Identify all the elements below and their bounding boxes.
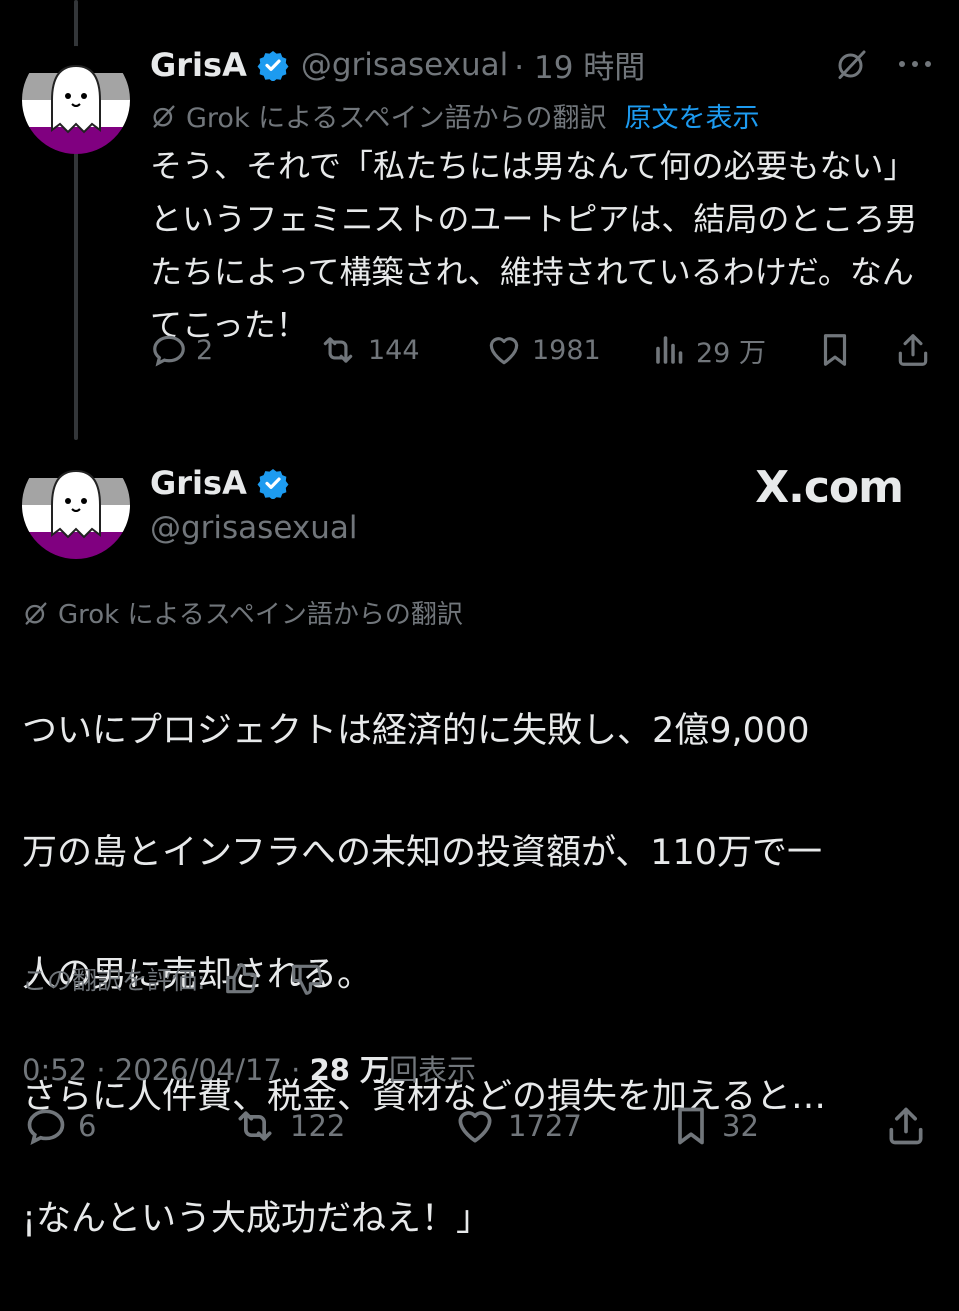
show-original-link[interactable]: 原文を表示 (624, 96, 759, 135)
views-count: 28 万 (309, 1053, 390, 1087)
bookmark-icon (678, 1107, 704, 1145)
share-button[interactable] (884, 1104, 928, 1148)
repost-count: 122 (290, 1109, 346, 1143)
reply-icon (153, 335, 185, 367)
grok-icon[interactable] (832, 44, 872, 84)
rate-translation: この翻訳を評価: (22, 960, 327, 998)
share-icon (889, 1107, 923, 1145)
bookmark-count: 32 (722, 1109, 759, 1143)
main-author-row: GrisA (150, 464, 289, 502)
avatar[interactable] (22, 451, 130, 559)
reply-count: 2 (196, 334, 214, 366)
reply-icon (27, 1109, 65, 1146)
translation-notice: Grok によるスペイン語からの翻訳 (22, 594, 463, 631)
tweet-date[interactable]: 2026/04/17 (115, 1053, 282, 1087)
thumbs-up-icon[interactable] (223, 960, 261, 998)
verified-icon (257, 50, 289, 81)
bookmark-icon (823, 334, 847, 366)
translation-label: Grok によるスペイン語からの翻訳 (186, 103, 607, 134)
like-button[interactable]: 1981 (484, 331, 601, 369)
reply-count: 6 (78, 1109, 97, 1143)
views-label: 回表示 (389, 1053, 477, 1087)
grok-icon (153, 105, 175, 128)
tweet-meta: 0:52 · 2026/04/17 · 28 万回表示 (22, 1053, 477, 1087)
parent-author-row: GrisA @grisasexual · 19 時間 (150, 42, 645, 87)
thumbs-down-icon[interactable] (289, 960, 327, 998)
repost-icon (238, 1111, 272, 1141)
avatar[interactable] (22, 46, 130, 154)
verified-icon (257, 469, 289, 499)
like-count: 1727 (508, 1109, 582, 1143)
tweet-time[interactable]: · 19 時間 (514, 42, 645, 87)
reply-button[interactable]: 6 (22, 1104, 96, 1148)
tweet-text-line: 万の島とインフラへの未知の投資額が、110万で一 (22, 833, 823, 873)
author-name[interactable]: GrisA (150, 464, 247, 502)
tweet-text-line: ¡なんという大成功だねえ！」 (22, 1199, 492, 1239)
views-button[interactable]: 29 万 (652, 331, 766, 370)
reply-button[interactable]: 2 (150, 331, 213, 369)
views-count: 29 万 (696, 337, 766, 369)
like-count: 1981 (532, 334, 601, 366)
author-handle[interactable]: @grisasexual (301, 47, 508, 83)
author-handle[interactable]: @grisasexual (150, 510, 357, 546)
repost-count: 144 (368, 334, 420, 366)
share-button[interactable] (894, 331, 932, 369)
tweet-text-line: ついにプロジェクトは経済的に失敗し、2億9,000 (22, 711, 810, 751)
tweet-time[interactable]: 0:52 (22, 1053, 87, 1087)
like-icon (458, 1111, 492, 1143)
repost-icon (323, 337, 353, 363)
like-icon (489, 337, 519, 365)
repost-button[interactable]: 122 (228, 1104, 345, 1148)
views-icon (656, 336, 683, 364)
bookmark-button[interactable] (816, 331, 854, 369)
rate-label: この翻訳を評価: (22, 966, 206, 995)
share-icon (898, 334, 928, 366)
translation-label: Grok によるスペイン語からの翻訳 (58, 600, 463, 630)
x-com-logo: X.com (755, 462, 904, 513)
translation-notice: Grok によるスペイン語からの翻訳 原文を表示 (150, 96, 759, 135)
grok-icon (25, 602, 47, 625)
more-icon[interactable] (893, 44, 937, 84)
repost-button[interactable]: 144 (316, 331, 420, 369)
like-button[interactable]: 1727 (450, 1104, 582, 1148)
tweet-text: そう、それで「私たちには男なんて何の必要もない」というフェミニストのユートピアは… (150, 147, 918, 344)
bookmark-button[interactable]: 32 (668, 1104, 759, 1148)
author-name[interactable]: GrisA (150, 46, 247, 84)
